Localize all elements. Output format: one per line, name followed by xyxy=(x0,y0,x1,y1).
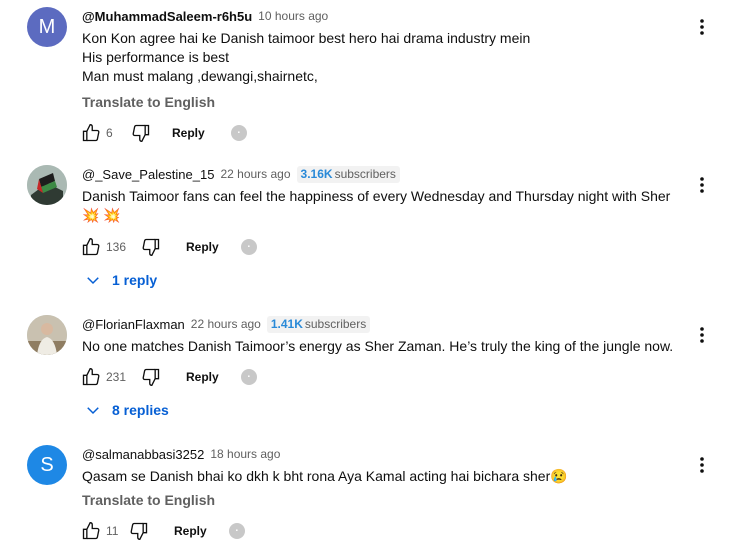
thumb-down-icon[interactable] xyxy=(140,236,162,258)
subscriber-count: 1.41K xyxy=(270,317,303,331)
chevron-down-icon xyxy=(87,407,99,415)
comment-line: Danish Taimoor fans can feel the happine… xyxy=(82,188,671,204)
comment-header: @MuhammadSaleem-r6h5u 10 hours ago xyxy=(82,7,328,25)
avatar[interactable]: S xyxy=(27,445,67,485)
subscriber-label: subscribers xyxy=(304,317,367,331)
reply-button[interactable]: Reply xyxy=(172,126,205,140)
comment-line: 💥 💥 xyxy=(82,207,121,223)
comment-header: @FlorianFlaxman 22 hours ago 1.41K subsc… xyxy=(82,315,371,333)
comment-text: Kon Kon agree hai ke Danish taimoor best… xyxy=(82,29,702,86)
translate-button[interactable]: Translate to English xyxy=(82,94,215,110)
replies-count: 8 replies xyxy=(112,402,169,418)
creator-heart-icon: ▪ xyxy=(230,125,247,141)
like-count: 231 xyxy=(106,370,127,384)
avatar[interactable] xyxy=(27,165,67,205)
like-count: 6 xyxy=(106,126,113,140)
avatar[interactable] xyxy=(27,315,67,355)
author-name[interactable]: @_Save_Palestine_15 xyxy=(82,167,214,182)
creator-heart-icon: ▪ xyxy=(228,523,245,539)
author-name[interactable]: @MuhammadSaleem-r6h5u xyxy=(82,9,252,24)
subscriber-label: subscribers xyxy=(334,167,396,181)
like-count: 11 xyxy=(106,524,119,538)
chevron-down-icon xyxy=(87,277,99,285)
comment-header: @_Save_Palestine_15 22 hours ago 3.16K s… xyxy=(82,165,400,183)
action-bar: 6 Reply ▪ xyxy=(80,121,247,145)
reply-button[interactable]: Reply xyxy=(186,370,219,384)
avatar-person-image xyxy=(27,315,67,355)
creator-heart-icon: ▪ xyxy=(240,369,257,385)
subscriber-count: 3.16K xyxy=(300,167,333,181)
thumb-up-icon[interactable] xyxy=(80,520,102,542)
action-bar: 136 Reply ▪ xyxy=(80,235,257,259)
thumb-up-icon[interactable] xyxy=(80,122,102,144)
author-name[interactable]: @FlorianFlaxman xyxy=(82,317,185,332)
author-name[interactable]: @salmanabbasi3252 xyxy=(82,447,204,462)
more-vert-icon[interactable] xyxy=(692,323,712,347)
creator-heart-icon: ▪ xyxy=(240,239,257,255)
avatar-letter: S xyxy=(40,453,54,476)
timestamp[interactable]: 10 hours ago xyxy=(258,9,328,23)
comment-header: @salmanabbasi3252 18 hours ago xyxy=(82,445,280,463)
comment-text: Danish Taimoor fans can feel the happine… xyxy=(82,187,702,225)
thumb-down-icon[interactable] xyxy=(130,122,152,144)
thumb-down-icon[interactable] xyxy=(128,520,150,542)
subscriber-badge: 3.16K subscribers xyxy=(296,165,400,183)
comment-line: No one matches Danish Taimoor’s energy a… xyxy=(82,338,674,354)
view-replies-button[interactable]: 8 replies xyxy=(84,398,169,422)
comment-line: Man must malang ,dewangi,shairnetc, xyxy=(82,68,318,84)
action-bar: 11 Reply ▪ xyxy=(80,519,245,543)
avatar-letter: M xyxy=(38,15,56,38)
replies-count: 1 reply xyxy=(112,272,158,288)
action-bar: 231 Reply ▪ xyxy=(80,365,257,389)
thumb-up-icon[interactable] xyxy=(80,366,102,388)
thumb-up-icon[interactable] xyxy=(80,236,102,258)
more-vert-icon[interactable] xyxy=(692,173,712,197)
translate-button[interactable]: Translate to English xyxy=(82,492,215,508)
more-vert-icon[interactable] xyxy=(692,453,712,477)
timestamp[interactable]: 22 hours ago xyxy=(220,167,290,181)
comment-text: Qasam se Danish bhai ko dkh k bht rona A… xyxy=(82,467,702,486)
reply-button[interactable]: Reply xyxy=(174,524,207,538)
comment-line: His performance is best xyxy=(82,49,230,65)
avatar-flag-image xyxy=(27,165,67,205)
comment-line: Kon Kon agree hai ke Danish taimoor best… xyxy=(82,30,531,46)
comment-text: No one matches Danish Taimoor’s energy a… xyxy=(82,337,702,356)
view-replies-button[interactable]: 1 reply xyxy=(84,268,157,292)
subscriber-badge: 1.41K subscribers xyxy=(266,315,371,333)
avatar[interactable]: M xyxy=(27,7,67,47)
more-vert-icon[interactable] xyxy=(692,15,712,39)
timestamp[interactable]: 18 hours ago xyxy=(210,447,280,461)
timestamp[interactable]: 22 hours ago xyxy=(191,317,261,331)
like-count: 136 xyxy=(106,240,127,254)
comment-line: Qasam se Danish bhai ko dkh k bht rona A… xyxy=(82,468,568,484)
reply-button[interactable]: Reply xyxy=(186,240,219,254)
thumb-down-icon[interactable] xyxy=(140,366,162,388)
